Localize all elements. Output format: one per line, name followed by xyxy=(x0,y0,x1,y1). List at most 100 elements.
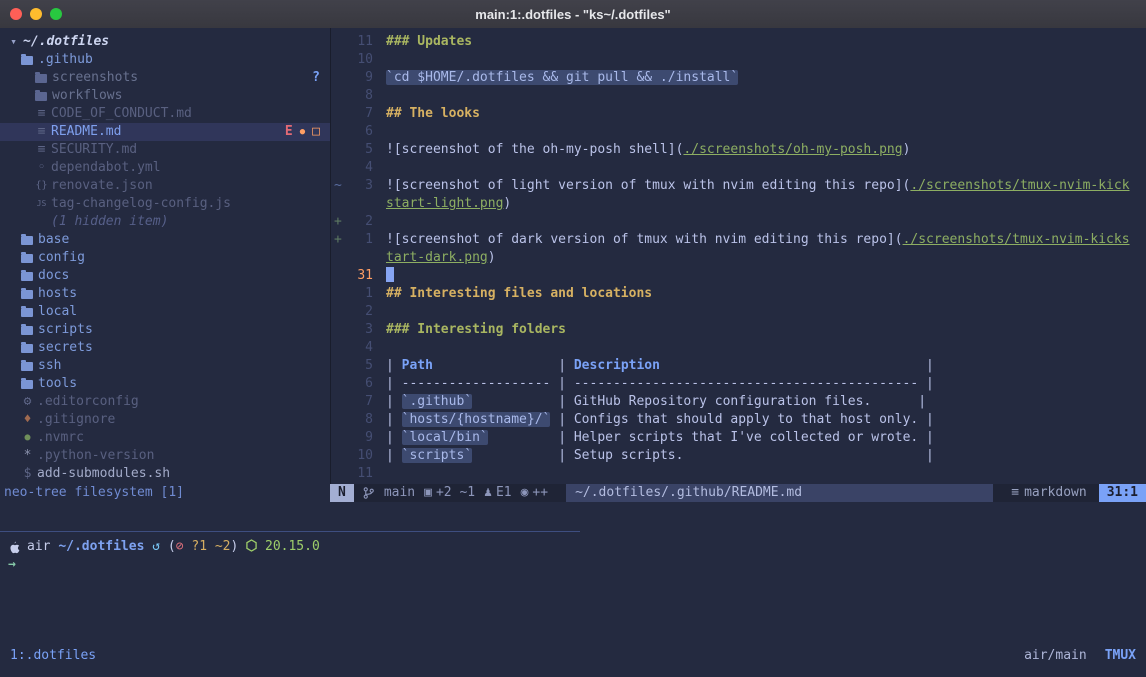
editor-line[interactable]: 8| `hosts/{hostname}/` | Configs that sh… xyxy=(331,411,1146,429)
gutter-sign xyxy=(331,321,347,339)
text-segment: start-light.png xyxy=(386,196,503,211)
node-icon: ● xyxy=(20,429,35,447)
editor-line[interactable]: 11 xyxy=(331,465,1146,483)
tree-item-docs[interactable]: docs xyxy=(0,267,330,285)
editor-line[interactable]: +1![screenshot of dark version of tmux w… xyxy=(331,231,1146,249)
editor-line[interactable]: start-light.png) xyxy=(331,195,1146,213)
tree-item--dotfiles[interactable]: ▾~/.dotfiles xyxy=(0,33,330,51)
tree-item-tools[interactable]: tools xyxy=(0,375,330,393)
editor-line[interactable]: 7## The looks xyxy=(331,105,1146,123)
tree-item-label: local xyxy=(38,303,77,321)
tree-item-add-submodules-sh[interactable]: $add-submodules.sh xyxy=(0,465,330,483)
folder-icon xyxy=(21,290,33,299)
gutter-sign xyxy=(331,357,347,375)
line-text[interactable]: | `.github` | GitHub Repository configur… xyxy=(386,393,926,411)
shell-pane[interactable]: air ~/.dotfiles ↺ (⊘ ?1 ~2) 20.15.0 → xyxy=(8,538,1146,574)
line-number xyxy=(347,249,373,267)
tree-item-security-md[interactable]: ≡SECURITY.md xyxy=(0,141,330,159)
prompt-segment: ⊘ xyxy=(176,539,184,554)
text-segment: Path xyxy=(402,358,433,373)
tree-item-ssh[interactable]: ssh xyxy=(0,357,330,375)
line-text[interactable]: start-light.png) xyxy=(386,195,511,213)
editor-line[interactable]: 5![screenshot of the oh-my-posh shell](.… xyxy=(331,141,1146,159)
editor-line[interactable]: +2 xyxy=(331,213,1146,231)
line-text[interactable]: | `scripts` | Setup scripts. | xyxy=(386,447,934,465)
tmux-pane-divider[interactable] xyxy=(0,531,580,532)
line-text[interactable]: ## The looks xyxy=(386,105,480,123)
tree-item--gitignore[interactable]: ♦.gitignore xyxy=(0,411,330,429)
tree-item-label: secrets xyxy=(38,339,93,357)
line-text[interactable]: ## Interesting files and locations xyxy=(386,285,652,303)
tree-item-config[interactable]: config xyxy=(0,249,330,267)
tree-item-workflows[interactable]: workflows xyxy=(0,87,330,105)
editor-line[interactable]: 11### Updates xyxy=(331,33,1146,51)
diagnostics: ♟ E1 xyxy=(484,484,511,502)
tree-item-hosts[interactable]: hosts xyxy=(0,285,330,303)
line-number: 10 xyxy=(347,447,373,465)
zoom-button[interactable] xyxy=(50,8,62,20)
editor-line[interactable]: 10 xyxy=(331,51,1146,69)
tree-item-scripts[interactable]: scripts xyxy=(0,321,330,339)
editor-line[interactable]: 4 xyxy=(331,339,1146,357)
tree-item-label: scripts xyxy=(38,321,93,339)
line-text[interactable]: | `hosts/{hostname}/` | Configs that sho… xyxy=(386,411,934,429)
line-text[interactable] xyxy=(386,267,394,285)
line-text[interactable]: | ------------------- | ----------------… xyxy=(386,375,934,393)
line-number: 2 xyxy=(347,213,373,231)
line-text[interactable]: | Path | Description | xyxy=(386,357,934,375)
minimize-button[interactable] xyxy=(30,8,42,20)
tmux-window-label[interactable]: 1:.dotfiles xyxy=(10,646,96,666)
gutter-sign xyxy=(331,429,347,447)
file-path: ~/.dotfiles/.github/README.md xyxy=(566,484,993,502)
tree-item-dependabot-yml[interactable]: ◦dependabot.yml xyxy=(0,159,330,177)
editor-line[interactable]: 31 xyxy=(331,267,1146,285)
shell-input-line[interactable]: → xyxy=(8,556,1146,574)
tree-item-base[interactable]: base xyxy=(0,231,330,249)
text-segment: ./screenshots/tmux-nvim-kicks xyxy=(903,232,1130,247)
line-text[interactable]: ![screenshot of light version of tmux wi… xyxy=(386,177,1130,195)
tree-item-screenshots[interactable]: screenshots? xyxy=(0,69,330,87)
python-icon: * xyxy=(20,447,35,465)
line-text[interactable]: ### Updates xyxy=(386,33,472,51)
editor-line[interactable]: tart-dark.png) xyxy=(331,249,1146,267)
editor-line[interactable]: 1## Interesting files and locations xyxy=(331,285,1146,303)
editor-line[interactable]: 10 | `scripts` | Setup scripts. | xyxy=(331,447,1146,465)
tree-item-secrets[interactable]: secrets xyxy=(0,339,330,357)
line-text[interactable]: | `local/bin` | Helper scripts that I've… xyxy=(386,429,934,447)
tree-item--editorconfig[interactable]: ⚙.editorconfig xyxy=(0,393,330,411)
tree-item--nvmrc[interactable]: ●.nvmrc xyxy=(0,429,330,447)
editor-line[interactable]: 2 xyxy=(331,303,1146,321)
line-text[interactable]: `cd $HOME/.dotfiles && git pull && ./ins… xyxy=(386,69,738,87)
line-text[interactable]: ### Interesting folders xyxy=(386,321,566,339)
tree-item-renovate-json[interactable]: {}renovate.json xyxy=(0,177,330,195)
editor-line[interactable]: ~3![screenshot of light version of tmux … xyxy=(331,177,1146,195)
gutter-sign xyxy=(331,303,347,321)
gutter-sign xyxy=(331,393,347,411)
editor-line[interactable]: 3### Interesting folders xyxy=(331,321,1146,339)
tree-item-readme-md[interactable]: ≡README.mdE●□ xyxy=(0,123,330,141)
tree-item-label: tag-changelog-config.js xyxy=(51,195,231,213)
editor-line[interactable]: 6| ------------------- | ---------------… xyxy=(331,375,1146,393)
tree-item--github[interactable]: .github xyxy=(0,51,330,69)
tree-item-label: base xyxy=(38,231,69,249)
tree-item-local[interactable]: local xyxy=(0,303,330,321)
text-segment: `local/bin` xyxy=(402,430,488,445)
line-text[interactable]: ![screenshot of dark version of tmux wit… xyxy=(386,231,1130,249)
editor-line[interactable]: 6 xyxy=(331,123,1146,141)
editor-line[interactable]: 4 xyxy=(331,159,1146,177)
line-text[interactable]: tart-dark.png) xyxy=(386,249,496,267)
tree-item-code-of-conduct-md[interactable]: ≡CODE_OF_CONDUCT.md xyxy=(0,105,330,123)
tree-item-tag-changelog-config-js[interactable]: JStag-changelog-config.js xyxy=(0,195,330,213)
close-button[interactable] xyxy=(10,8,22,20)
editor-line[interactable]: 9`cd $HOME/.dotfiles && git pull && ./in… xyxy=(331,69,1146,87)
editor-line[interactable]: 7 | `.github` | GitHub Repository configu… xyxy=(331,393,1146,411)
tree-item--1-hidden-item-[interactable]: (1 hidden item) xyxy=(0,213,330,231)
line-number: 7 xyxy=(347,393,373,411)
editor-line[interactable]: 9| `local/bin` | Helper scripts that I'v… xyxy=(331,429,1146,447)
folder-icon xyxy=(21,254,33,263)
tree-item--python-version[interactable]: *.python-version xyxy=(0,447,330,465)
editor-buffer[interactable]: 11### Updates109`cd $HOME/.dotfiles && g… xyxy=(331,33,1146,483)
editor-line[interactable]: 5| Path | Description | xyxy=(331,357,1146,375)
line-text[interactable]: ![screenshot of the oh-my-posh shell](./… xyxy=(386,141,910,159)
editor-line[interactable]: 8 xyxy=(331,87,1146,105)
